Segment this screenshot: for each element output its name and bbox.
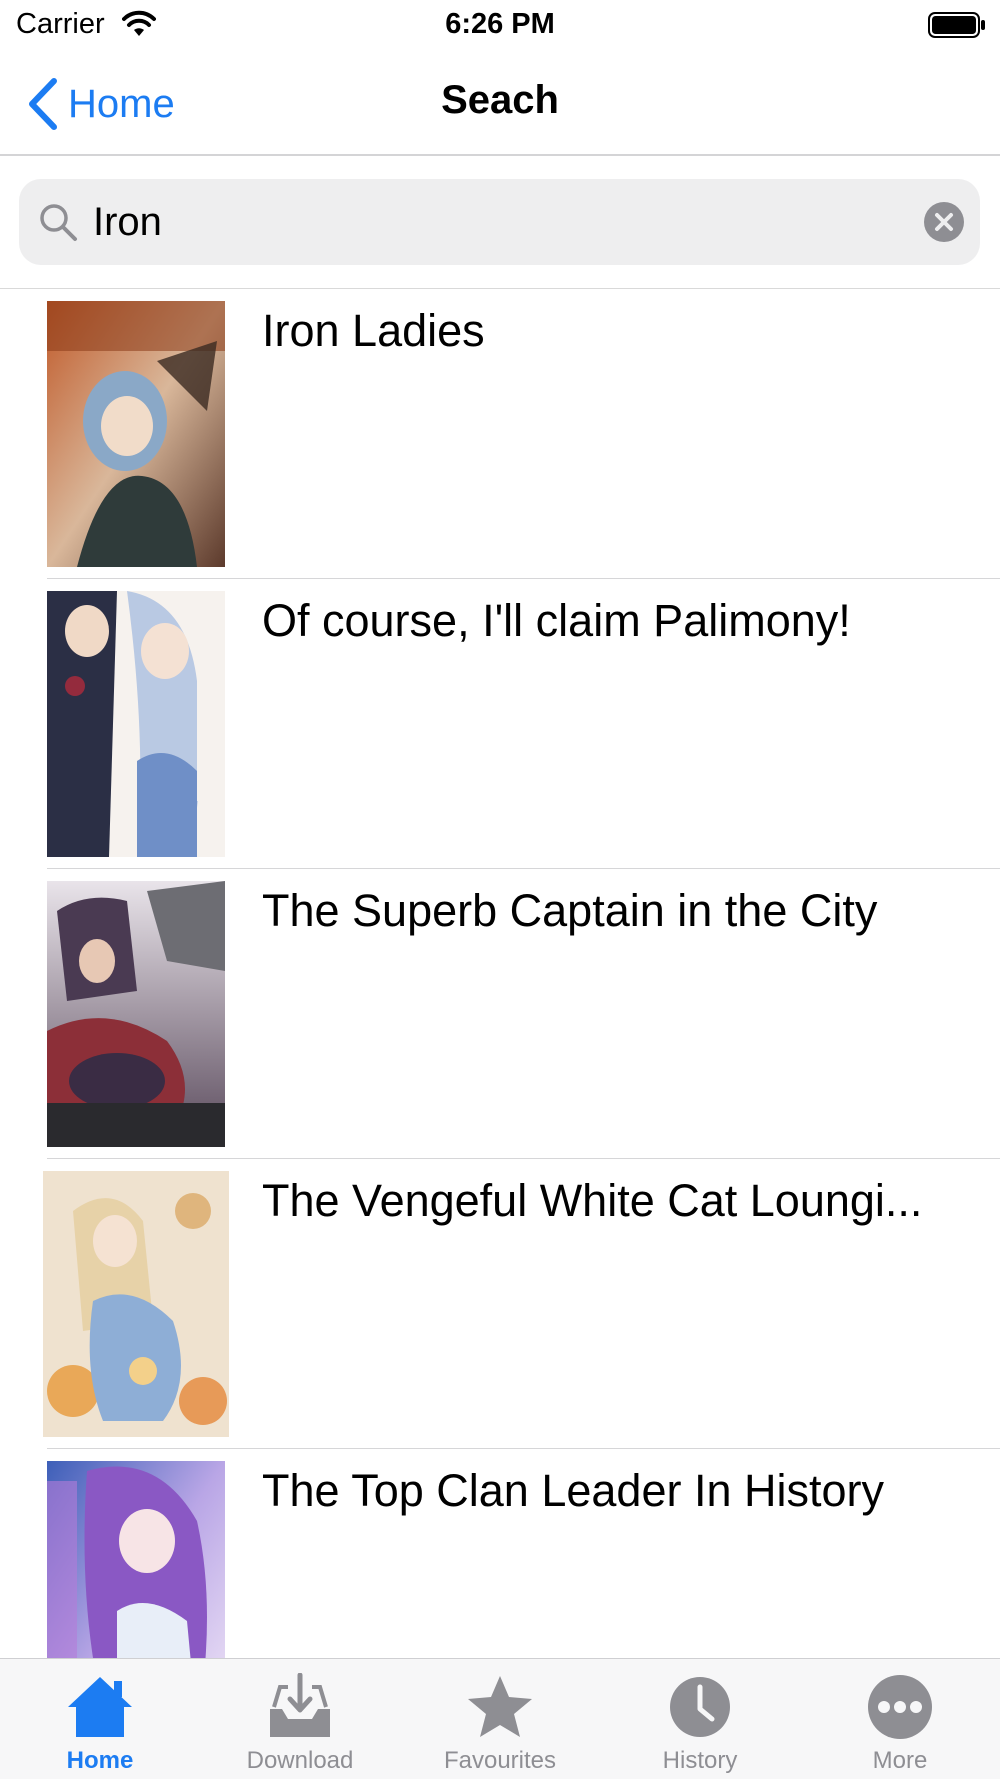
- cover-thumbnail: [47, 591, 225, 857]
- result-title: The Superb Captain in the City: [262, 885, 878, 936]
- clear-x-icon: [935, 213, 953, 231]
- star-icon: [468, 1676, 532, 1737]
- result-title: The Top Clan Leader In History: [262, 1465, 885, 1516]
- clock-time: 6:26 PM: [445, 8, 555, 40]
- download-tray-icon: [270, 1673, 330, 1737]
- list-item[interactable]: Iron Ladies: [0, 289, 1000, 579]
- list-item[interactable]: The Top Clan Leader In History: [0, 1449, 1000, 1659]
- list-item[interactable]: The Vengeful White Cat Loungi...: [0, 1159, 1000, 1449]
- tab-label: Home: [66, 1747, 134, 1774]
- tab-home[interactable]: Home: [0, 1659, 200, 1779]
- cover-thumbnail: [47, 881, 225, 1147]
- tab-label: History: [662, 1747, 738, 1774]
- house-icon: [68, 1677, 132, 1737]
- clear-search-button[interactable]: [924, 202, 964, 242]
- tab-bar: Home Download Favourites History More: [0, 1658, 1000, 1779]
- ellipsis-icon: [868, 1675, 932, 1739]
- tab-download[interactable]: Download: [200, 1659, 400, 1779]
- clock-icon: [670, 1677, 730, 1737]
- cover-thumbnail: [47, 1461, 225, 1659]
- tab-history[interactable]: History: [600, 1659, 800, 1779]
- navigation-bar: Home Seach: [0, 52, 1000, 156]
- result-title: Of course, I'll claim Palimony!: [262, 595, 851, 646]
- status-bar: Carrier 6:26 PM: [0, 0, 1000, 52]
- battery-icon: [928, 12, 985, 38]
- cover-thumbnail: [43, 1171, 229, 1437]
- result-title: The Vengeful White Cat Loungi...: [262, 1175, 923, 1226]
- search-icon: [40, 204, 77, 241]
- search-input[interactable]: [93, 191, 913, 253]
- list-item[interactable]: Of course, I'll claim Palimony!: [0, 579, 1000, 869]
- tab-label: More: [872, 1747, 928, 1774]
- results-list: Iron Ladies Of course, I'll claim Palimo…: [0, 289, 1000, 1659]
- tab-label: Favourites: [443, 1747, 557, 1774]
- list-item[interactable]: The Superb Captain in the City: [0, 869, 1000, 1159]
- tab-label: Download: [246, 1747, 354, 1774]
- tab-favourites[interactable]: Favourites: [400, 1659, 600, 1779]
- tab-more[interactable]: More: [800, 1659, 1000, 1779]
- cover-thumbnail: [47, 301, 225, 567]
- page-title: Seach: [441, 78, 559, 122]
- result-title: Iron Ladies: [262, 305, 485, 356]
- search-bar[interactable]: [19, 179, 980, 265]
